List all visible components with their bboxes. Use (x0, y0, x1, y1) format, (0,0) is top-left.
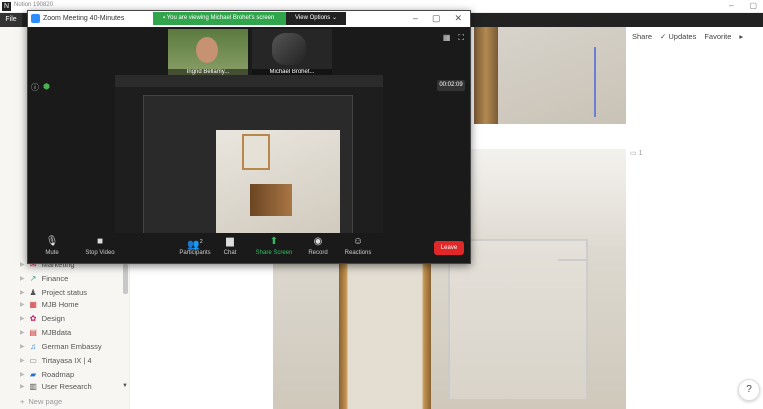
participant-face (272, 33, 306, 65)
chart-icon: ↗ (29, 273, 37, 283)
calendar-icon: ▦ (29, 299, 37, 309)
microphone-icon: 🎙 (45, 236, 59, 247)
participant-face (196, 37, 218, 63)
comment-icon[interactable]: ▭ 1 (630, 149, 642, 157)
favorite-button[interactable]: Favorite (704, 32, 731, 41)
grid-icon: ▤ (29, 327, 37, 337)
sidebar-scrollbar[interactable] (123, 264, 128, 294)
close-icon[interactable]: ✕ (454, 13, 462, 23)
comment-count: 1 (638, 150, 643, 157)
glass-edge (594, 47, 596, 117)
viewing-banner: ▪ You are viewing Michael Brohet's scree… (153, 12, 286, 25)
shared-cabinet (250, 184, 292, 216)
sidebar-item-mjbdata[interactable]: ▶ ▤ MJBdata (20, 325, 71, 339)
expand-icon[interactable]: ▶ (20, 261, 25, 268)
zoom-window-controls: – ▢ ✕ (399, 13, 462, 24)
car-icon: ▰ (30, 369, 37, 379)
wood-panel (474, 27, 498, 124)
bathroom-image-top (474, 27, 626, 124)
sidebar-item-design[interactable]: ▶ ✿ Design (20, 311, 65, 325)
plus-icon: + (20, 397, 25, 406)
share-button[interactable]: Share (632, 32, 652, 41)
maximize-icon[interactable]: ▢ (749, 1, 757, 10)
person-icon: ♟ (29, 287, 37, 297)
sidebar-item-mjb-home[interactable]: ▶ ▦ MJB Home (20, 297, 79, 311)
maximize-icon[interactable]: ▢ (432, 13, 441, 23)
minimize-icon[interactable]: – (413, 13, 418, 23)
page-actions: M Share ✓ Updates Favorite ▸ (612, 28, 743, 44)
zoom-title: Zoom Meeting 40-Minutes (43, 15, 125, 22)
participant-video[interactable]: Michael Brohet... (252, 29, 332, 75)
shared-bathroom-photo (216, 130, 340, 244)
info-icon[interactable]: ⓘ (31, 82, 39, 93)
expand-icon[interactable]: ▶ (20, 371, 25, 378)
zoom-body: Ingrid Bellamy... Michael Brohet... ▦ ⛶ ⓘ… (28, 27, 470, 253)
view-controls: ▦ ⛶ (435, 33, 464, 43)
expand-icon[interactable]: ▶ (20, 383, 25, 390)
sidebar-item-tirtayasa[interactable]: ▶ ▭ Tirtayasa IX | 4 (20, 353, 92, 367)
fullscreen-icon[interactable]: ⛶ (458, 33, 464, 42)
zoom-logo-icon (31, 14, 40, 23)
new-page-button[interactable]: + New page (20, 397, 62, 406)
stop-video-button[interactable]: ■ Stop Video (72, 235, 128, 256)
shield-icon[interactable]: ⬢ (43, 82, 50, 93)
zoom-toolbar: 🎙 Mute ■ Stop Video 👥2 Participants ▆ Chat ⬆… (28, 233, 470, 263)
chart-icon: ▥ (29, 381, 37, 391)
view-options-button[interactable]: View Options ⌄ (286, 12, 346, 25)
sidebar-item-finance[interactable]: ▶ ↗ Finance (20, 271, 68, 285)
scroll-down-icon[interactable]: ▼ (122, 383, 128, 389)
leave-button[interactable]: Leave (434, 241, 464, 255)
participant-video[interactable]: Ingrid Bellamy... (168, 29, 248, 75)
layout-icon[interactable]: ▦ (443, 33, 451, 42)
updates-button[interactable]: ✓ Updates (660, 32, 696, 41)
shared-screen-content (143, 95, 353, 245)
expand-icon[interactable]: ▶ (20, 315, 25, 322)
smiley-icon: ☺ (352, 236, 364, 247)
zoom-titlebar: Zoom Meeting 40-Minutes – ▢ ✕ ▪ You are vi… (28, 11, 470, 27)
shared-screen-bar (115, 75, 383, 87)
expand-icon[interactable]: ▶ (20, 289, 25, 296)
reactions-button[interactable]: ☺ Reactions (334, 235, 382, 256)
app-title: Notion 190820 (14, 2, 54, 8)
video-camera-icon: ■ (96, 236, 104, 247)
file-menu[interactable]: File (0, 13, 22, 27)
meeting-timer: 00:02:09 (437, 80, 465, 91)
expand-icon[interactable]: ▶ (20, 357, 25, 364)
mute-button[interactable]: 🎙 Mute (28, 235, 76, 256)
palette-icon: ✿ (29, 313, 37, 323)
help-button[interactable]: ? (738, 379, 760, 401)
meeting-info: ⓘ ⬢ (31, 82, 50, 93)
window-controls: – ▢ (713, 1, 757, 10)
expand-icon[interactable]: ▶ (20, 275, 25, 282)
minimize-icon[interactable]: – (729, 1, 733, 10)
participant-count: 2 (199, 239, 203, 245)
sidebar-item-german-embassy[interactable]: ▶ ♫ German Embassy (20, 339, 102, 353)
notion-logo-icon: N (2, 2, 11, 11)
expand-icon[interactable]: ▶ (20, 301, 25, 308)
zoom-window: Zoom Meeting 40-Minutes – ▢ ✕ ▪ You are vi… (27, 10, 471, 264)
shared-screen (115, 75, 383, 253)
sidebar-item-user-research[interactable]: ▶ ▥ User Research (20, 379, 92, 393)
towel-rail (558, 259, 588, 261)
music-icon: ♫ (30, 341, 37, 351)
shared-mirror (242, 134, 270, 170)
expand-icon[interactable]: ▶ (20, 329, 25, 336)
more-icon[interactable]: ▸ (739, 32, 743, 41)
mirror-cabinet (339, 261, 431, 409)
doc-icon: ▭ (29, 355, 37, 365)
expand-icon[interactable]: ▶ (20, 343, 25, 350)
